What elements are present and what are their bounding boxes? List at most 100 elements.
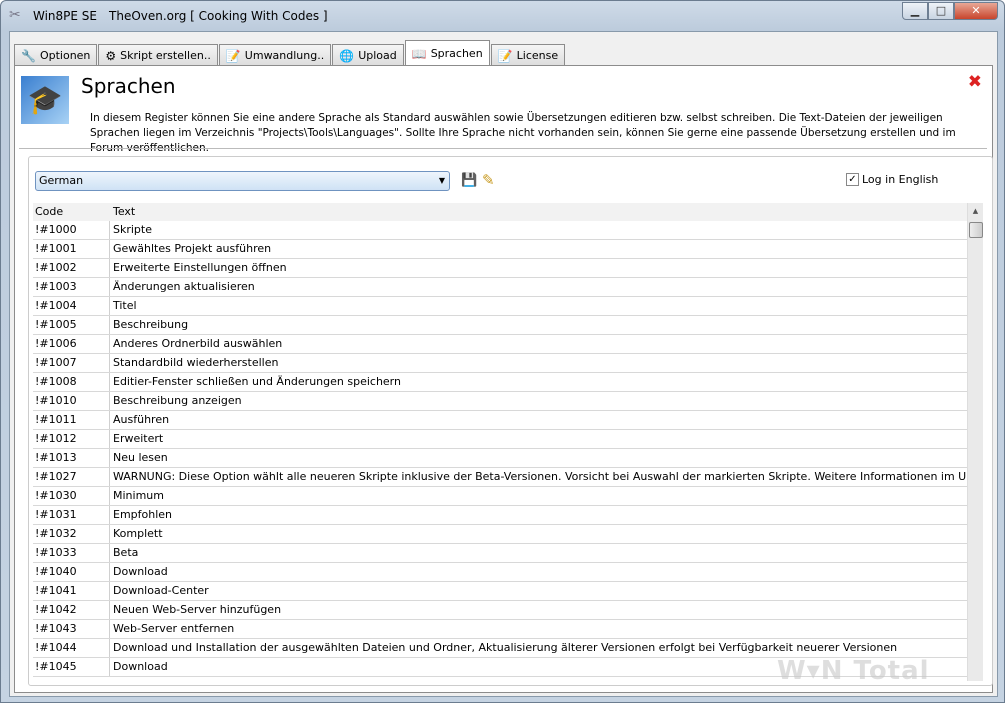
text-cell[interactable]: Erweitert — [110, 430, 967, 448]
text-cell[interactable]: Erweiterte Einstellungen öffnen — [110, 259, 967, 277]
code-cell[interactable]: !#1042 — [33, 601, 110, 619]
text-cell[interactable]: Beschreibung anzeigen — [110, 392, 967, 410]
save-icon[interactable]: 💾 — [461, 173, 477, 188]
table-row[interactable]: !#1011 Ausführen — [33, 411, 967, 430]
table-row[interactable]: !#1030 Minimum — [33, 487, 967, 506]
column-header-code[interactable]: Code — [33, 203, 110, 221]
text-cell[interactable]: Gewähltes Projekt ausführen — [110, 240, 967, 258]
table-row[interactable]: !#1012 Erweitert — [33, 430, 967, 449]
table-row[interactable]: !#1003 Änderungen aktualisieren — [33, 278, 967, 297]
table-row[interactable]: !#1001 Gewähltes Projekt ausführen — [33, 240, 967, 259]
text-cell[interactable]: WARNUNG: Diese Option wählt alle neueren… — [110, 468, 967, 486]
column-header-text[interactable]: Text — [110, 203, 983, 221]
client-area: 🔧 Optionen ⚙ Skript erstellen.. 📝 Umwandlung.… — [9, 31, 998, 697]
table-row[interactable]: !#1032 Komplett — [33, 525, 967, 544]
scrollbar-thumb[interactable] — [969, 222, 983, 238]
text-cell[interactable]: Anderes Ordnerbild auswählen — [110, 335, 967, 353]
text-cell[interactable]: Empfohlen — [110, 506, 967, 524]
table-row[interactable]: !#1031 Empfohlen — [33, 506, 967, 525]
code-cell[interactable]: !#1043 — [33, 620, 110, 638]
graduation-cap-icon: 🎓 — [21, 76, 69, 124]
code-cell[interactable]: !#1000 — [33, 221, 110, 239]
text-cell[interactable]: Beta — [110, 544, 967, 562]
tab-umwandlung[interactable]: 📝 Umwandlung.. — [218, 44, 332, 66]
edit-icon[interactable]: ✎ — [482, 171, 495, 189]
maximize-button[interactable]: □ — [928, 2, 954, 20]
tab-optionen[interactable]: 🔧 Optionen — [14, 44, 98, 66]
table-row[interactable]: !#1010 Beschreibung anzeigen — [33, 392, 967, 411]
tab-label: Optionen — [39, 49, 91, 62]
table-row[interactable]: !#1006 Anderes Ordnerbild auswählen — [33, 335, 967, 354]
page-description: In diesem Register können Sie eine ander… — [90, 112, 956, 154]
code-cell[interactable]: !#1027 — [33, 468, 110, 486]
table-row[interactable]: !#1008 Editier-Fenster schließen und Ände… — [33, 373, 967, 392]
vertical-scrollbar[interactable]: ▲ — [967, 203, 983, 681]
code-cell[interactable]: !#1003 — [33, 278, 110, 296]
tab-skript-erstellen[interactable]: ⚙ Skript erstellen.. — [98, 44, 218, 66]
code-cell[interactable]: !#1012 — [33, 430, 110, 448]
translation-table: Code Text !#1000 Skripte !#1001 Gewähltes P… — [33, 203, 983, 681]
minimize-button[interactable]: ▁ — [902, 2, 928, 20]
text-cell[interactable]: Beschreibung — [110, 316, 967, 334]
chevron-down-icon: ▼ — [438, 176, 445, 185]
text-cell[interactable]: Neuen Web-Server hinzufügen — [110, 601, 967, 619]
code-cell[interactable]: !#1033 — [33, 544, 110, 562]
code-cell[interactable]: !#1001 — [33, 240, 110, 258]
close-panel-icon[interactable]: ✖ — [968, 72, 982, 92]
text-cell[interactable]: Web-Server entfernen — [110, 620, 967, 638]
code-cell[interactable]: !#1041 — [33, 582, 110, 600]
log-in-english-label: Log in English — [862, 173, 939, 186]
table-row[interactable]: !#1043 Web-Server entfernen — [33, 620, 967, 639]
text-cell[interactable]: Download-Center — [110, 582, 967, 600]
code-cell[interactable]: !#1007 — [33, 354, 110, 372]
table-row[interactable]: !#1005 Beschreibung — [33, 316, 967, 335]
checkbox-box[interactable]: ✓ — [846, 173, 859, 186]
text-cell[interactable]: Download und Installation der ausgewählt… — [110, 639, 967, 657]
table-row[interactable]: !#1040 Download — [33, 563, 967, 582]
scroll-up-icon[interactable]: ▲ — [968, 203, 983, 219]
code-cell[interactable]: !#1008 — [33, 373, 110, 391]
notepad-icon: 📝 — [497, 48, 513, 63]
text-cell[interactable]: Komplett — [110, 525, 967, 543]
table-row[interactable]: !#1013 Neu lesen — [33, 449, 967, 468]
table-row[interactable]: !#1007 Standardbild wiederherstellen — [33, 354, 967, 373]
table-row[interactable]: !#1041 Download-Center — [33, 582, 967, 601]
code-cell[interactable]: !#1044 — [33, 639, 110, 657]
text-cell[interactable]: Minimum — [110, 487, 967, 505]
log-in-english-checkbox[interactable]: ✓ Log in English — [846, 173, 938, 186]
tab-license[interactable]: 📝 License — [490, 44, 566, 66]
text-cell[interactable]: Ausführen — [110, 411, 967, 429]
tab-sprachen[interactable]: 📖 Sprachen — [404, 40, 490, 66]
table-row[interactable]: !#1027 WARNUNG: Diese Option wählt alle n… — [33, 468, 967, 487]
tab-upload[interactable]: 🌐 Upload — [332, 44, 404, 66]
text-cell[interactable]: Änderungen aktualisieren — [110, 278, 967, 296]
code-cell[interactable]: !#1032 — [33, 525, 110, 543]
code-cell[interactable]: !#1005 — [33, 316, 110, 334]
code-cell[interactable]: !#1002 — [33, 259, 110, 277]
code-cell[interactable]: !#1045 — [33, 658, 110, 676]
code-cell[interactable]: !#1013 — [33, 449, 110, 467]
code-cell[interactable]: !#1040 — [33, 563, 110, 581]
text-cell[interactable]: Editier-Fenster schließen und Änderungen… — [110, 373, 967, 391]
text-cell[interactable]: Titel — [110, 297, 967, 315]
close-window-button[interactable]: ✕ — [954, 2, 998, 20]
text-cell[interactable]: Download — [110, 563, 967, 581]
wrench-icon: 🔧 — [21, 48, 36, 63]
tab-label: Umwandlung.. — [244, 49, 325, 62]
table-row[interactable]: !#1004 Titel — [33, 297, 967, 316]
code-cell[interactable]: !#1030 — [33, 487, 110, 505]
table-row[interactable]: !#1042 Neuen Web-Server hinzufügen — [33, 601, 967, 620]
code-cell[interactable]: !#1011 — [33, 411, 110, 429]
title-bar: ✂ Win8PE SE TheOven.org [ Cooking With C… — [1, 1, 1004, 31]
text-cell[interactable]: Standardbild wiederherstellen — [110, 354, 967, 372]
language-select[interactable]: German ▼ — [35, 171, 450, 191]
table-row[interactable]: !#1000 Skripte — [33, 221, 967, 240]
code-cell[interactable]: !#1004 — [33, 297, 110, 315]
table-row[interactable]: !#1002 Erweiterte Einstellungen öffnen — [33, 259, 967, 278]
table-row[interactable]: !#1033 Beta — [33, 544, 967, 563]
code-cell[interactable]: !#1010 — [33, 392, 110, 410]
text-cell[interactable]: Neu lesen — [110, 449, 967, 467]
text-cell[interactable]: Skripte — [110, 221, 967, 239]
code-cell[interactable]: !#1031 — [33, 506, 110, 524]
code-cell[interactable]: !#1006 — [33, 335, 110, 353]
